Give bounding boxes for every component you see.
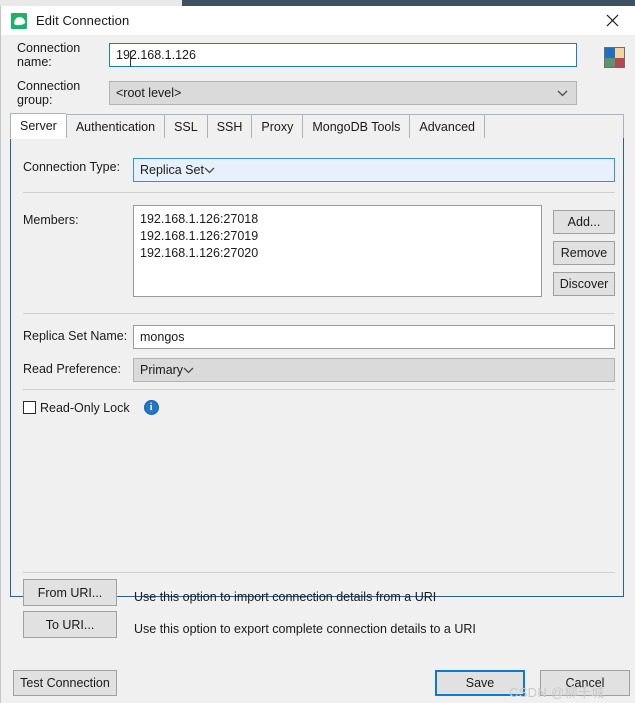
tab-bar-filler <box>483 114 624 139</box>
add-member-button[interactable]: Add... <box>553 210 615 234</box>
test-connection-button[interactable]: Test Connection <box>13 670 117 696</box>
tab-mongodb-tools[interactable]: MongoDB Tools <box>302 114 410 139</box>
connection-type-label: Connection Type: <box>23 160 121 174</box>
list-item[interactable]: 192.168.1.126:27019 <box>140 228 541 245</box>
list-item[interactable]: 192.168.1.126:27020 <box>140 245 541 262</box>
divider-2 <box>23 313 615 314</box>
from-uri-button[interactable]: From URI... <box>23 579 117 606</box>
read-only-lock-label: Read-Only Lock <box>40 400 130 415</box>
title-bar: Edit Connection <box>1 6 635 35</box>
text-caret <box>130 51 131 67</box>
tab-proxy-label: Proxy <box>261 119 294 134</box>
connection-type-value: Replica Set <box>140 163 204 177</box>
connection-group-value: <root level> <box>116 86 182 100</box>
remove-member-label: Remove <box>560 246 608 260</box>
tab-authentication-label: Authentication <box>75 119 156 134</box>
connection-name-input[interactable] <box>109 43 577 67</box>
tab-mongodb-tools-label: MongoDB Tools <box>312 119 401 134</box>
tab-advanced[interactable]: Advanced <box>409 114 484 139</box>
connection-name-row: Connection name: <box>1 41 635 69</box>
connection-type-label-wrap: Connection Type: <box>23 160 120 174</box>
connection-group-label: Connection group: <box>17 79 81 107</box>
members-label: Members: <box>23 213 79 227</box>
swatch-green <box>605 57 615 67</box>
to-uri-label: To URI... <box>45 617 95 632</box>
read-only-lock-row[interactable]: Read-Only Lock i <box>23 400 159 415</box>
list-item[interactable]: 192.168.1.126:27018 <box>140 211 541 228</box>
tab-server-label: Server <box>20 119 57 133</box>
to-uri-button[interactable]: To URI... <box>23 611 117 638</box>
read-preference-label: Read Preference: <box>23 362 121 376</box>
tab-server[interactable]: Server <box>10 113 66 139</box>
save-label: Save <box>465 676 495 690</box>
read-only-lock-checkbox[interactable] <box>23 401 36 414</box>
cancel-label: Cancel <box>565 676 605 690</box>
swatch-red <box>614 57 624 67</box>
info-icon[interactable]: i <box>143 400 159 415</box>
replica-set-name-input[interactable] <box>133 325 615 349</box>
divider-1 <box>23 192 615 193</box>
read-preference-value: Primary <box>140 363 184 377</box>
tab-ssh[interactable]: SSH <box>206 114 252 139</box>
replica-set-name-label-wrap: Replica Set Name: <box>23 329 127 343</box>
connection-name-label: Connection name: <box>17 41 81 69</box>
discover-members-label: Discover <box>559 277 609 291</box>
remove-member-button[interactable]: Remove <box>553 241 615 265</box>
cancel-button[interactable]: Cancel <box>540 670 630 696</box>
connection-type-select[interactable]: Replica Set <box>133 158 615 182</box>
from-uri-label: From URI... <box>37 585 103 600</box>
tab-ssh-label: SSH <box>216 119 243 134</box>
tab-proxy[interactable]: Proxy <box>251 114 303 139</box>
tab-ssl-label: SSL <box>174 119 198 134</box>
members-list[interactable]: 192.168.1.126:27018 192.168.1.126:27019 … <box>133 205 542 297</box>
read-preference-label-wrap: Read Preference: <box>23 362 121 376</box>
discover-members-button[interactable]: Discover <box>553 272 615 296</box>
add-member-label: Add... <box>567 215 601 229</box>
tab-authentication[interactable]: Authentication <box>65 114 165 139</box>
replica-set-name-label: Replica Set Name: <box>23 329 128 343</box>
tab-advanced-label: Advanced <box>419 119 475 134</box>
read-preference-select[interactable]: Primary <box>133 358 615 382</box>
from-uri-description: Use this option to import connection det… <box>134 590 437 604</box>
divider-3 <box>23 389 615 390</box>
close-icon[interactable] <box>589 6 635 35</box>
chevron-down-icon <box>557 86 568 100</box>
save-button[interactable]: Save <box>435 670 525 696</box>
mongo-leaf-icon <box>11 12 27 29</box>
divider-4 <box>23 572 615 573</box>
members-label-wrap: Members: <box>23 213 79 227</box>
tab-ssl[interactable]: SSL <box>164 114 207 139</box>
test-connection-label: Test Connection <box>20 676 110 690</box>
swatch-tan <box>614 48 624 58</box>
color-swatch-picker[interactable] <box>604 47 625 68</box>
to-uri-description: Use this option to export complete conne… <box>134 622 476 636</box>
chevron-down-icon <box>204 163 215 177</box>
page-title: Edit Connection <box>36 13 130 28</box>
tab-bar: Server Authentication SSL SSH Proxy Mong… <box>10 113 624 139</box>
connection-group-select[interactable]: <root level> <box>109 81 577 105</box>
connection-group-row: Connection group: <root level> <box>1 79 635 107</box>
chevron-down-icon <box>183 363 194 377</box>
swatch-blue <box>605 48 615 58</box>
edit-connection-dialog: Edit Connection Connection name: Connect… <box>0 6 635 703</box>
